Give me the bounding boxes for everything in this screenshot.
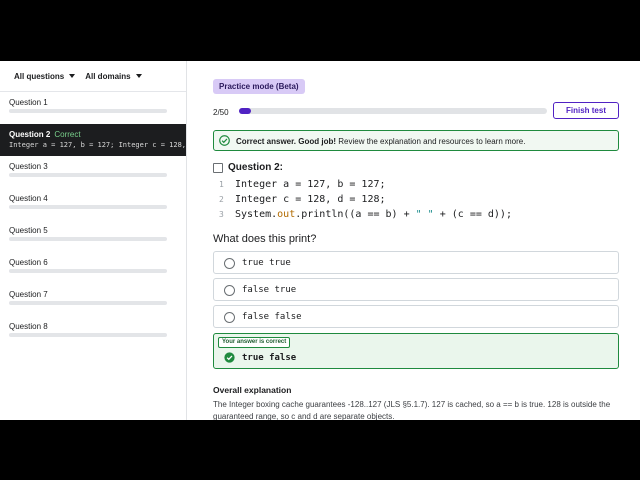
code-token: .println((a == b) +	[295, 209, 416, 220]
code-token: + (c == d));	[433, 209, 512, 220]
question-placeholder-bar	[9, 333, 167, 337]
filter-label: All domains	[85, 71, 131, 81]
question-placeholder-bar	[9, 301, 167, 305]
question-label-row: Question 2 Correct	[9, 130, 81, 139]
code-text: Integer a = 127, b = 127;	[235, 179, 386, 190]
progress-count: 2/50	[213, 108, 229, 117]
answer-option-1[interactable]: true true	[213, 251, 619, 274]
filter-label: All questions	[14, 71, 65, 81]
question-placeholder-bar	[9, 237, 167, 241]
code-block: 1 Integer a = 127, b = 127; 2 Integer c …	[219, 177, 512, 222]
question-label: Question 3	[9, 162, 48, 171]
question-code-preview: Integer a = 127, b = 127; Integer c = 12…	[9, 141, 185, 149]
mark-for-review-checkbox[interactable]	[213, 162, 223, 173]
question-label: Question 7	[9, 290, 48, 299]
question-placeholder-bar	[9, 173, 167, 177]
question-sidebar: All questions All domains Question 1 Que…	[0, 61, 187, 420]
sidebar-question-4[interactable]: Question 4	[0, 188, 186, 220]
radio-button[interactable]	[224, 285, 235, 296]
answer-text: false true	[242, 285, 297, 295]
correct-answer-tag: Your answer is correct	[218, 337, 291, 348]
code-token: System.	[235, 209, 278, 220]
answer-text: false false	[242, 312, 302, 322]
sidebar-question-8[interactable]: Question 8	[0, 316, 186, 348]
sidebar-question-2[interactable]: Question 2 Correct Integer a = 127, b = 1…	[0, 124, 186, 156]
caret-down-icon	[135, 74, 142, 78]
result-message-strong: Correct answer. Good job!	[236, 137, 337, 146]
filter-all-domains[interactable]: All domains	[85, 71, 142, 81]
question-label: Question 8	[9, 322, 48, 331]
app-viewport: All questions All domains Question 1 Que…	[0, 61, 640, 420]
progress-bar-fill	[239, 108, 252, 114]
question-header: Question 2:	[213, 162, 283, 173]
code-text: System.out.println((a == b) + " " + (c =…	[235, 209, 512, 220]
line-number: 2	[219, 195, 224, 204]
line-number: 1	[219, 180, 224, 189]
code-line: 1 Integer a = 127, b = 127;	[219, 177, 512, 192]
question-panel: Practice mode (Beta) 2/50 Finish test Co…	[213, 61, 621, 420]
sidebar-question-5[interactable]: Question 5	[0, 220, 186, 252]
question-label: Question 4	[9, 194, 48, 203]
result-message-rest: Review the explanation and resources to …	[336, 137, 526, 146]
question-label: Question 6	[9, 258, 48, 267]
result-message: Correct answer. Good job! Review the exp…	[236, 137, 525, 146]
code-line: 3 System.out.println((a == b) + " " + (c…	[219, 207, 512, 222]
answer-option-3[interactable]: false false	[213, 305, 619, 328]
finish-test-button[interactable]: Finish test	[553, 102, 619, 119]
filter-bar: All questions All domains	[0, 61, 186, 92]
practice-mode-badge: Practice mode (Beta)	[213, 79, 305, 94]
code-token-string: " "	[415, 209, 434, 220]
question-status: Correct	[54, 130, 81, 139]
check-circle-filled-icon	[224, 352, 235, 363]
filter-all-questions[interactable]: All questions	[14, 71, 76, 81]
sidebar-question-1[interactable]: Question 1	[0, 92, 186, 124]
check-circle-icon	[219, 135, 230, 146]
question-label: Question 1	[9, 98, 48, 107]
code-text: Integer c = 128, d = 128;	[235, 194, 386, 205]
question-placeholder-bar	[9, 269, 167, 273]
answer-option-2[interactable]: false true	[213, 278, 619, 301]
question-label: Question 2	[9, 130, 51, 139]
sidebar-question-7[interactable]: Question 7	[0, 284, 186, 316]
question-prompt: What does this print?	[213, 233, 317, 245]
result-banner: Correct answer. Good job! Review the exp…	[213, 130, 619, 151]
explanation-text: The Integer boxing cache guarantees -128…	[213, 400, 611, 420]
question-label: Question 5	[9, 226, 48, 235]
answer-text: true false	[242, 353, 297, 363]
question-placeholder-bar	[9, 205, 167, 209]
answer-option-4[interactable]: Your answer is correct true false	[213, 333, 619, 369]
line-number: 3	[219, 210, 224, 219]
explanation-title: Overall explanation	[213, 385, 292, 395]
code-line: 2 Integer c = 128, d = 128;	[219, 192, 512, 207]
sidebar-question-6[interactable]: Question 6	[0, 252, 186, 284]
code-token-field: out	[277, 209, 296, 220]
answer-text: true true	[242, 258, 291, 268]
radio-button[interactable]	[224, 258, 235, 269]
question-title: Question 2:	[228, 162, 284, 173]
caret-down-icon	[69, 74, 76, 78]
sidebar-question-3[interactable]: Question 3	[0, 156, 186, 188]
question-placeholder-bar	[9, 109, 167, 113]
progress-bar	[239, 108, 547, 114]
radio-button[interactable]	[224, 312, 235, 323]
